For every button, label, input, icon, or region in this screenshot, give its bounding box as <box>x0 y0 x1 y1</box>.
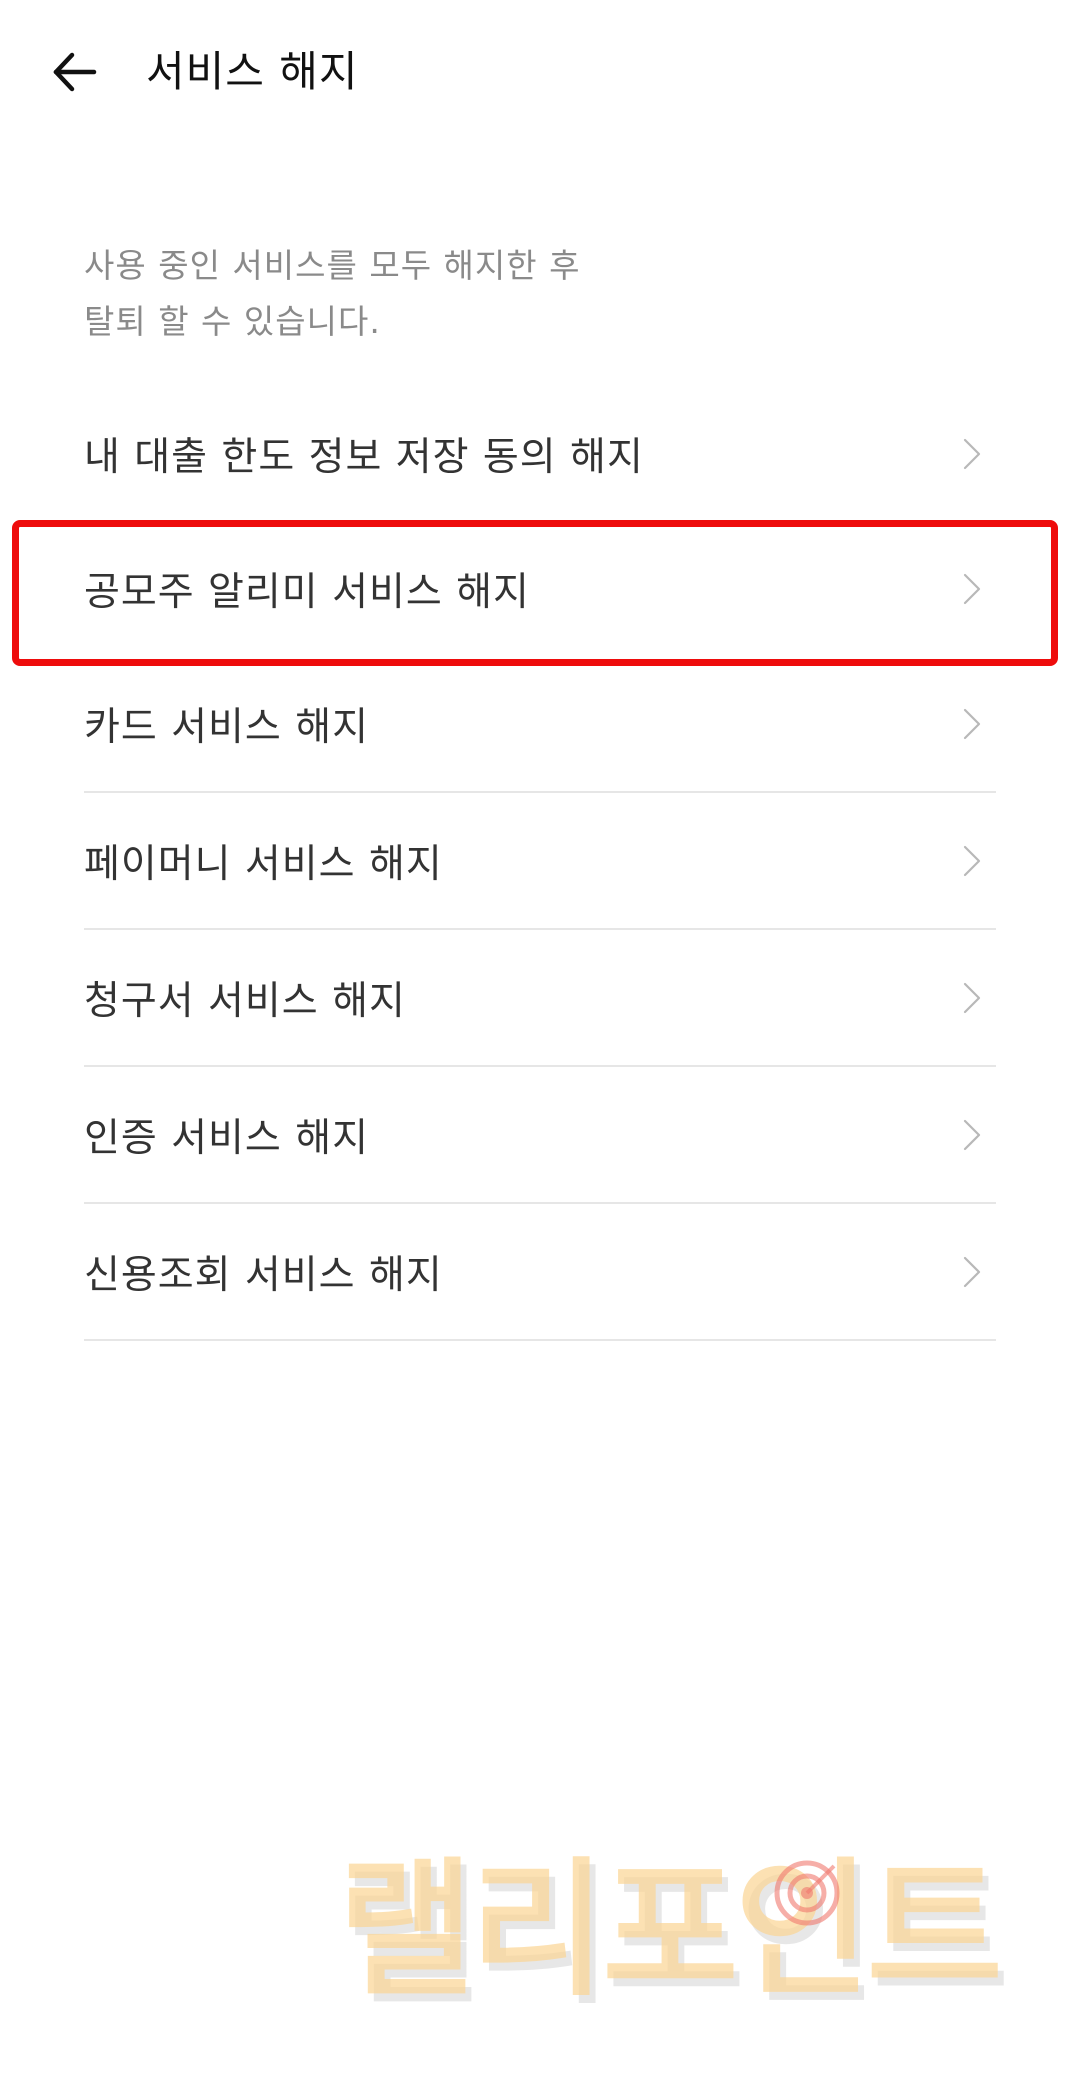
menu-item-label: 내 대출 한도 정보 저장 동의 해지 <box>84 434 644 480</box>
chevron-right-icon <box>963 1256 981 1287</box>
chevron-right-icon <box>963 845 981 876</box>
chevron-right-icon <box>963 1119 981 1150</box>
menu-item-label: 신용조회 서비스 해지 <box>84 1252 443 1298</box>
menu-item-card[interactable]: 카드 서비스 해지 <box>84 656 996 793</box>
menu-item-label: 공모주 알리미 서비스 해지 <box>84 569 530 615</box>
back-button[interactable] <box>38 36 110 108</box>
app-header: 서비스 해지 <box>0 0 1080 150</box>
menu-item-label: 페이머니 서비스 해지 <box>84 841 443 887</box>
menu-item-certification[interactable]: 인증 서비스 해지 <box>84 1067 996 1204</box>
chevron-right-icon <box>963 982 981 1013</box>
chevron-right-icon <box>963 438 981 469</box>
page-title: 서비스 해지 <box>146 47 359 96</box>
menu-item-credit-inquiry[interactable]: 신용조회 서비스 해지 <box>84 1204 996 1341</box>
service-cancel-list: 내 대출 한도 정보 저장 동의 해지 공모주 알리미 서비스 해지 카드 서비… <box>84 386 996 1341</box>
watermark-text: 랠리포인트 <box>338 1844 1003 2016</box>
target-icon <box>774 1860 840 1926</box>
arrow-left-icon <box>53 52 97 92</box>
chevron-right-icon <box>963 573 981 604</box>
menu-item-label: 청구서 서비스 해지 <box>84 978 406 1024</box>
description-line-2: 탈퇴 할 수 있습니다. <box>84 302 381 341</box>
menu-item-ipo-alert[interactable]: 공모주 알리미 서비스 해지 <box>84 521 996 656</box>
menu-item-paymoney[interactable]: 페이머니 서비스 해지 <box>84 793 996 930</box>
watermark-logo: 랠리포인트 <box>338 1840 1058 2020</box>
menu-item-label: 인증 서비스 해지 <box>84 1115 369 1161</box>
menu-item-loan-limit-consent[interactable]: 내 대출 한도 정보 저장 동의 해지 <box>84 386 996 521</box>
description-line-1: 사용 중인 서비스를 모두 해지한 후 <box>84 246 581 285</box>
menu-item-label: 카드 서비스 해지 <box>84 704 369 750</box>
menu-item-bill[interactable]: 청구서 서비스 해지 <box>84 930 996 1067</box>
chevron-right-icon <box>963 708 981 739</box>
description-text: 사용 중인 서비스를 모두 해지한 후 탈퇴 할 수 있습니다. <box>84 238 884 350</box>
